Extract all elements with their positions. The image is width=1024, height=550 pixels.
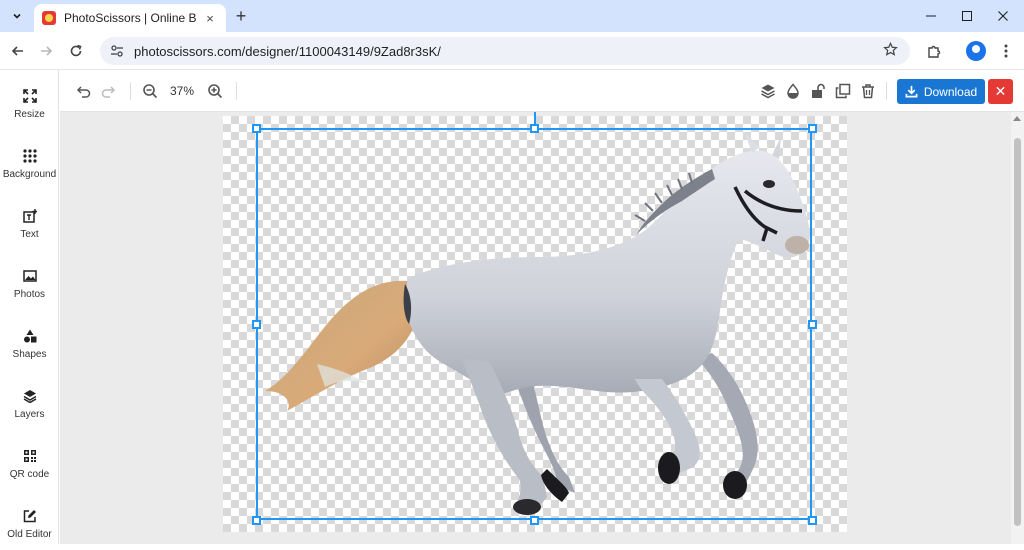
address-bar[interactable]: photoscissors.com/designer/1100043149/9Z… bbox=[100, 37, 910, 65]
grid-dots-icon bbox=[22, 148, 38, 164]
url-text: photoscissors.com/designer/1100043149/9Z… bbox=[134, 43, 441, 59]
resize-icon bbox=[22, 88, 38, 104]
shapes-icon bbox=[22, 328, 38, 344]
tab-close-button[interactable]: × bbox=[202, 11, 218, 26]
editor-toolbar: 37% Download ✕ bbox=[60, 70, 1024, 112]
browser-tabstrip: PhotoScissors | Online Backgro × + bbox=[0, 0, 1024, 32]
download-button[interactable]: Download bbox=[897, 79, 985, 104]
extensions-puzzle-icon[interactable] bbox=[922, 39, 946, 63]
sidebar-item-old-editor[interactable]: Old Editor bbox=[0, 498, 59, 550]
tab-search-chevron-icon[interactable] bbox=[6, 5, 28, 27]
design-workspace[interactable] bbox=[60, 112, 1011, 544]
profile-icon bbox=[966, 41, 986, 61]
designer-sidebar: Resize Background Text Photos Shapes Lay… bbox=[0, 70, 59, 544]
tab-title: PhotoScissors | Online Backgro bbox=[64, 11, 196, 25]
sidebar-item-text[interactable]: Text bbox=[0, 198, 59, 250]
resize-handle-top[interactable] bbox=[530, 124, 539, 133]
sidebar-item-label: Background bbox=[2, 169, 57, 180]
qr-code-icon bbox=[22, 448, 38, 464]
profile-avatar[interactable] bbox=[964, 39, 988, 63]
resize-handle-left[interactable] bbox=[252, 320, 261, 329]
resize-handle-bottom-right[interactable] bbox=[808, 516, 817, 525]
sidebar-item-label: Shapes bbox=[12, 349, 47, 360]
sidebar-item-label: Old Editor bbox=[7, 529, 52, 540]
download-label: Download bbox=[923, 84, 978, 99]
resize-handle-top-left[interactable] bbox=[252, 124, 261, 133]
download-icon bbox=[905, 85, 918, 98]
sidebar-item-background[interactable]: Background bbox=[0, 138, 59, 190]
sidebar-item-layers[interactable]: Layers bbox=[0, 378, 59, 430]
sidebar-item-label: QR code bbox=[9, 469, 50, 480]
unlock-icon[interactable] bbox=[808, 81, 828, 101]
text-add-icon bbox=[22, 208, 38, 224]
toolbar-divider bbox=[236, 82, 237, 100]
image-icon bbox=[22, 268, 38, 284]
close-editor-button[interactable]: ✕ bbox=[988, 79, 1013, 104]
close-window-button[interactable] bbox=[980, 0, 1024, 32]
resize-handle-right[interactable] bbox=[808, 320, 817, 329]
undo-icon[interactable] bbox=[74, 81, 94, 101]
opacity-drop-icon[interactable] bbox=[783, 81, 803, 101]
browser-menu-icon[interactable] bbox=[994, 39, 1018, 63]
sidebar-item-resize[interactable]: Resize bbox=[0, 78, 59, 130]
sidebar-item-qr-code[interactable]: QR code bbox=[0, 438, 59, 490]
layers-stack-icon[interactable] bbox=[758, 81, 778, 101]
browser-tab-active[interactable]: PhotoScissors | Online Backgro × bbox=[34, 4, 226, 32]
sidebar-item-label: Photos bbox=[13, 289, 46, 300]
sidebar-item-label: Resize bbox=[14, 109, 45, 120]
scroll-up-arrow-icon[interactable] bbox=[1013, 116, 1021, 121]
scrollbar-thumb[interactable] bbox=[1014, 138, 1021, 526]
sidebar-item-label: Text bbox=[20, 229, 39, 240]
forward-arrow-icon[interactable] bbox=[34, 39, 58, 63]
vertical-scrollbar[interactable] bbox=[1011, 112, 1024, 544]
zoom-in-icon[interactable] bbox=[205, 81, 225, 101]
resize-handle-top-right[interactable] bbox=[808, 124, 817, 133]
layers-icon bbox=[22, 388, 38, 404]
sidebar-item-shapes[interactable]: Shapes bbox=[0, 318, 59, 370]
browser-toolbar: photoscissors.com/designer/1100043149/9Z… bbox=[0, 32, 1024, 70]
new-tab-button[interactable]: + bbox=[230, 5, 252, 27]
zoom-out-icon[interactable] bbox=[140, 81, 160, 101]
bookmark-star-icon[interactable] bbox=[880, 41, 900, 61]
sidebar-item-label: Layers bbox=[14, 409, 45, 420]
edit-icon bbox=[22, 508, 38, 524]
resize-handle-bottom[interactable] bbox=[530, 516, 539, 525]
reload-icon[interactable] bbox=[64, 39, 88, 63]
trash-icon[interactable] bbox=[858, 81, 878, 101]
zoom-level: 37% bbox=[170, 84, 195, 98]
resize-handle-bottom-left[interactable] bbox=[252, 516, 261, 525]
toolbar-divider bbox=[130, 82, 131, 100]
toolbar-divider bbox=[886, 82, 887, 100]
photoscissors-favicon-icon bbox=[42, 11, 56, 25]
site-info-icon[interactable] bbox=[108, 42, 126, 60]
selection-frame[interactable] bbox=[256, 128, 812, 520]
redo-icon[interactable] bbox=[98, 81, 118, 101]
back-arrow-icon[interactable] bbox=[6, 39, 30, 63]
duplicate-icon[interactable] bbox=[833, 81, 853, 101]
sidebar-item-photos[interactable]: Photos bbox=[0, 258, 59, 310]
